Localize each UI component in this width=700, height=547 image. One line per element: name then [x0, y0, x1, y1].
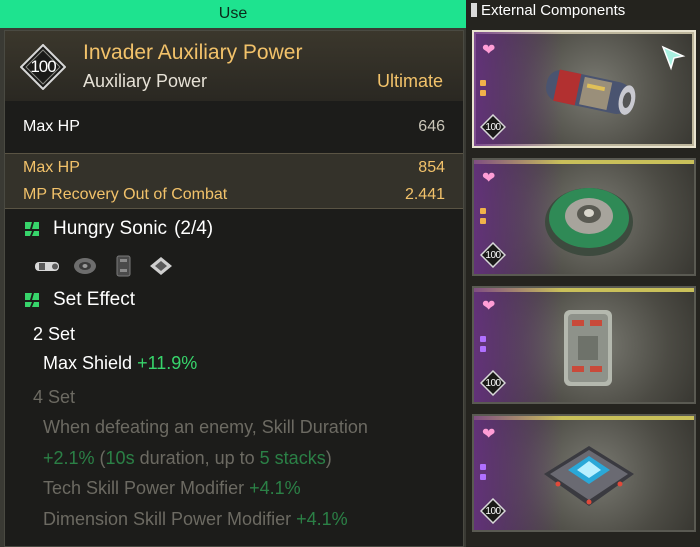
tooltip-header: 100 Invader Auxiliary Power Auxiliary Po… [5, 31, 463, 101]
item-type: Auxiliary Power [83, 71, 208, 91]
set-effect-row: Set Effect [23, 289, 135, 311]
favorite-heart-icon[interactable]: ❤ [482, 168, 495, 188]
processor-icon [147, 255, 175, 277]
sub-stat-row: MP Recovery Out of Combat 2.441 [5, 181, 463, 208]
card-level-value: 100 [485, 377, 501, 389]
set-effect-title: Set Effect [53, 289, 136, 310]
sub-stat-row: Max HP 854 [5, 154, 463, 181]
favorite-heart-icon[interactable]: ❤ [482, 424, 495, 444]
paren-open: ( [94, 448, 106, 468]
external-components-panel: External Components ❤ 100 ❤ 100 ❤ 100 ❤ … [466, 0, 700, 547]
auxiliary-power-icon [33, 255, 61, 277]
set-4-line-1: When defeating an enemy, Skill Duration [43, 417, 368, 437]
duration-text: duration, up to [134, 448, 260, 468]
set-name-row: Hungry Sonic (2/4) [23, 218, 213, 240]
rarity-pip-icon [480, 336, 486, 342]
card-level-value: 100 [485, 249, 501, 261]
external-components-header: External Components [466, 0, 700, 20]
item-tooltip: 100 Invader Auxiliary Power Auxiliary Po… [4, 30, 464, 547]
sub-stat-value: 2.441 [404, 185, 445, 203]
base-stat-row: Max HP 646 [5, 107, 463, 147]
set-2-value: +11.9% [137, 353, 198, 373]
card-level-badge: 100 [480, 114, 506, 140]
set-4-line-2: +2.1% (10s duration, up to 5 stacks) [43, 448, 332, 469]
component-card-auxiliary-power[interactable]: ❤ 100 [472, 30, 696, 148]
card-level-badge: 100 [480, 242, 506, 268]
rarity-pip-icon [480, 474, 486, 480]
stacks-value: 5 stacks [259, 448, 326, 468]
external-components-title: External Components [481, 1, 626, 19]
set-2-effect: Max Shield +11.9% [43, 353, 197, 374]
sub-stat-label: MP Recovery Out of Combat [23, 185, 228, 203]
component-card-sensor[interactable]: ❤ 100 [472, 158, 696, 276]
base-stat-label: Max HP [23, 118, 80, 135]
dimension-modifier-label: Dimension Skill Power Modifier [43, 509, 292, 529]
card-level-value: 100 [485, 121, 501, 133]
memory-icon [564, 310, 612, 386]
sensor-icon [71, 255, 99, 277]
sub-stat-value: 854 [418, 158, 445, 176]
duration-value: 10s [105, 448, 135, 468]
set-2-stat: Max Shield [43, 353, 133, 373]
skill-duration-value: +2.1% [43, 448, 95, 468]
memory-icon [109, 255, 137, 277]
rarity-pip-icon [480, 218, 486, 224]
processor-icon [544, 446, 634, 506]
tech-modifier-label: Tech Skill Power Modifier [43, 478, 245, 498]
component-card-processor[interactable]: ❤ 100 [472, 414, 696, 532]
rarity-pip-icon [480, 346, 486, 352]
component-card-memory[interactable]: ❤ 100 [472, 286, 696, 404]
rarity-pip-icon [480, 80, 486, 86]
card-level-value: 100 [485, 505, 501, 517]
dimension-modifier-value: +4.1% [296, 509, 348, 529]
header-marker-icon [471, 3, 477, 17]
favorite-heart-icon[interactable]: ❤ [482, 40, 495, 60]
set-icon [25, 293, 39, 307]
card-level-badge: 100 [480, 370, 506, 396]
equipped-cursor-icon [661, 45, 686, 71]
rarity-pip-icon [480, 90, 486, 96]
sub-stats: Max HP 854 MP Recovery Out of Combat 2.4… [5, 153, 463, 209]
level-value: 100 [30, 57, 56, 76]
sub-stat-label: Max HP [23, 158, 80, 176]
set-icon [25, 222, 39, 236]
sensor-icon [545, 188, 633, 256]
set-2-label: 2 Set [33, 324, 76, 344]
tech-modifier-value: +4.1% [249, 478, 301, 498]
favorite-heart-icon[interactable]: ❤ [482, 296, 495, 316]
level-badge: 100 [20, 44, 66, 90]
item-tier: Ultimate [376, 71, 443, 91]
use-button-label: Use [218, 5, 248, 22]
set-4-label: 4 Set [33, 387, 76, 407]
use-button[interactable]: Use [0, 0, 466, 28]
rarity-pip-icon [480, 464, 486, 470]
set-4-line-4: Dimension Skill Power Modifier +4.1% [43, 509, 348, 530]
set-count: (2/4) [174, 218, 214, 239]
item-name: Invader Auxiliary Power [83, 41, 303, 64]
base-stat-value: 646 [418, 118, 445, 135]
rarity-pip-icon [480, 208, 486, 214]
set-piece-icons [33, 255, 175, 277]
card-level-badge: 100 [480, 498, 506, 524]
set-name: Hungry Sonic [53, 218, 168, 239]
paren-close: ) [325, 448, 332, 468]
auxiliary-power-icon [546, 69, 636, 115]
set-4-line-3: Tech Skill Power Modifier +4.1% [43, 478, 301, 499]
